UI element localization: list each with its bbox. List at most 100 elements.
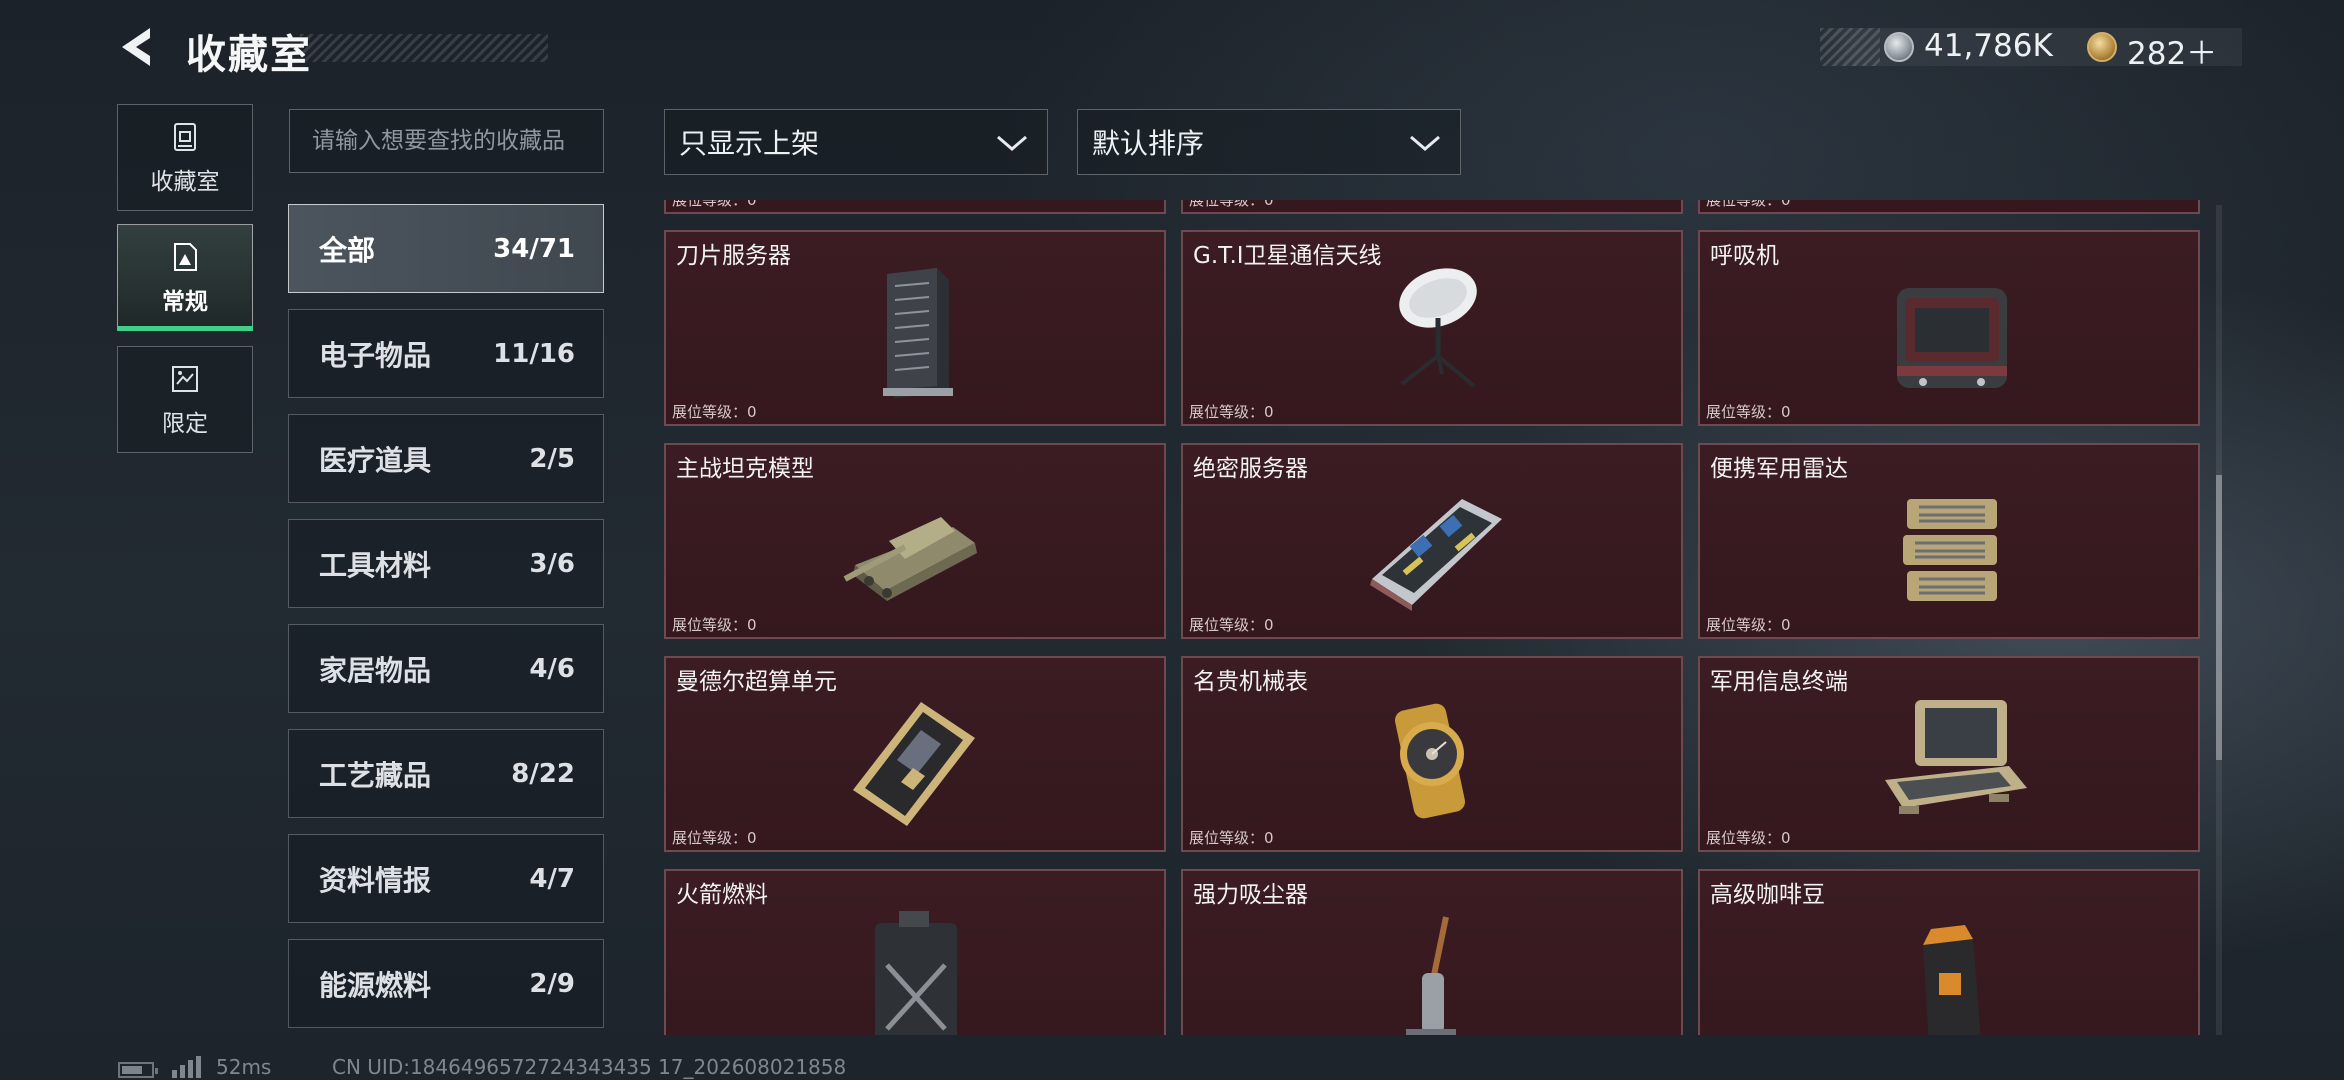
category-household[interactable]: 家居物品 4/6 (288, 624, 604, 713)
item-name: 火箭燃料 (676, 882, 768, 908)
item-card[interactable]: G.T.I卫星通信天线 展位等级：0 (1181, 230, 1683, 426)
display-level: 展位等级：0 (1706, 616, 1791, 634)
category-all[interactable]: 全部 34/71 (288, 204, 604, 293)
category-fuel[interactable]: 能源燃料 2/9 (288, 939, 604, 1028)
item-card[interactable]: 呼吸机 展位等级：0 (1698, 230, 2200, 426)
category-count: 4/7 (529, 863, 575, 894)
item-card-partial[interactable]: 展位等级：0 (664, 200, 1166, 214)
mode-tab-label: 限定 (162, 410, 208, 437)
mode-tab-collection-room[interactable]: 收藏室 (117, 104, 253, 211)
display-level: 展位等级：0 (1189, 616, 1274, 634)
grid-scrollbar-thumb[interactable] (2216, 475, 2222, 760)
silver-currency-value: 41,786K (1924, 28, 2053, 64)
supercomputer-unit-icon (853, 702, 975, 826)
item-name: 便携军用雷达 (1710, 456, 1848, 482)
category-intel[interactable]: 资料情报 4/7 (288, 834, 604, 923)
display-level: 展位等级：0 (1189, 200, 1274, 209)
sort-dropdown[interactable]: 默认排序 (1077, 109, 1461, 175)
category-count: 8/22 (511, 758, 575, 789)
uid-text: CN UID:1846496572724343435 17_2026080218… (332, 1055, 847, 1079)
tank-model-icon (843, 517, 977, 601)
mode-tab-limited[interactable]: 限定 (117, 346, 253, 453)
category-count: 34/71 (493, 233, 575, 264)
category-electronics[interactable]: 电子物品 11/16 (288, 309, 604, 398)
category-name: 医疗道具 (319, 443, 432, 477)
item-card-partial[interactable]: 展位等级：0 (1181, 200, 1683, 214)
item-name: 名贵机械表 (1193, 669, 1308, 695)
active-mode-indicator (117, 326, 253, 331)
category-count: 11/16 (493, 338, 575, 369)
display-filter-dropdown[interactable]: 只显示上架 (664, 109, 1048, 175)
display-level: 展位等级：0 (1706, 200, 1791, 209)
display-level: 展位等级：0 (1189, 829, 1274, 847)
display-level: 展位等级：0 (1189, 403, 1274, 421)
battery-icon (118, 1062, 158, 1078)
category-name: 电子物品 (319, 338, 432, 372)
collection-grid[interactable]: 展位等级：0 展位等级：0 展位等级：0 刀片服务器 展位等级：0 G.T.I卫… (663, 200, 2203, 1035)
item-card-partial[interactable]: 展位等级：0 (1698, 200, 2200, 214)
category-count: 3/6 (529, 548, 575, 579)
display-filter-value: 只显示上架 (679, 127, 820, 160)
display-level: 展位等级：0 (672, 403, 757, 421)
title-decoration (300, 34, 548, 62)
category-count: 2/9 (529, 968, 575, 999)
item-name: 绝密服务器 (1193, 456, 1308, 482)
category-tools[interactable]: 工具材料 3/6 (288, 519, 604, 608)
silver-coin-icon (1884, 32, 1914, 62)
item-name: 军用信息终端 (1710, 669, 1848, 695)
display-level: 展位等级：0 (672, 200, 757, 209)
secret-server-icon (1370, 499, 1502, 611)
blade-server-icon (883, 268, 953, 398)
category-name: 全部 (319, 233, 376, 267)
item-card[interactable]: 便携军用雷达 展位等级：0 (1698, 443, 2200, 639)
item-name: 曼德尔超算单元 (676, 669, 837, 695)
item-card[interactable]: 曼德尔超算单元 展位等级：0 (664, 656, 1166, 852)
military-terminal-icon (1885, 700, 2027, 814)
display-level: 展位等级：0 (672, 829, 757, 847)
signal-icon (172, 1056, 201, 1078)
chevron-down-icon (1410, 135, 1440, 151)
item-card[interactable]: 军用信息终端 展位等级：0 (1698, 656, 2200, 852)
item-name: 呼吸机 (1710, 243, 1779, 269)
item-card[interactable]: 绝密服务器 展位等级：0 (1181, 443, 1683, 639)
category-crafts[interactable]: 工艺藏品 8/22 (288, 729, 604, 818)
coffee-beans-icon (1923, 925, 1981, 1035)
category-name: 工艺藏品 (319, 758, 432, 792)
item-card[interactable]: 刀片服务器 展位等级：0 (664, 230, 1166, 426)
vacuum-cleaner-icon (1406, 916, 1456, 1035)
category-name: 家居物品 (319, 653, 432, 687)
item-card[interactable]: 高级咖啡豆 (1698, 869, 2200, 1035)
rocket-fuel-icon (875, 911, 957, 1035)
ventilator-icon (1897, 288, 2007, 388)
mechanical-watch-icon (1394, 703, 1466, 819)
collection-room-icon (174, 122, 196, 151)
item-card[interactable]: 名贵机械表 展位等级：0 (1181, 656, 1683, 852)
item-card[interactable]: 强力吸尘器 (1181, 869, 1683, 1035)
satellite-antenna-icon (1399, 268, 1477, 388)
collection-search-input[interactable] (289, 109, 604, 173)
category-name: 能源燃料 (319, 968, 432, 1002)
portable-radar-icon (1903, 499, 1997, 601)
item-name: 强力吸尘器 (1193, 882, 1308, 908)
category-medical[interactable]: 医疗道具 2/5 (288, 414, 604, 503)
sort-value: 默认排序 (1092, 127, 1205, 160)
category-count: 2/5 (529, 443, 575, 474)
chevron-down-icon (997, 135, 1027, 151)
back-arrow-icon[interactable] (112, 22, 162, 72)
category-name: 资料情报 (319, 863, 432, 897)
item-name: 刀片服务器 (676, 243, 791, 269)
item-name: 高级咖啡豆 (1710, 882, 1825, 908)
page-title: 收藏室 (186, 32, 312, 78)
display-level: 展位等级：0 (1706, 829, 1791, 847)
item-card[interactable]: 火箭燃料 (664, 869, 1166, 1035)
item-card[interactable]: 主战坦克模型 展位等级：0 (664, 443, 1166, 639)
mode-tab-regular[interactable]: 常规 (117, 224, 253, 331)
gold-currency-value[interactable]: 282＋ (2127, 28, 2217, 73)
item-name: 主战坦克模型 (676, 456, 814, 482)
category-count: 4/6 (529, 653, 575, 684)
gold-coin-icon (2087, 32, 2117, 62)
display-level: 展位等级：0 (672, 616, 757, 634)
limited-icon (172, 365, 198, 392)
regular-icon (174, 242, 197, 271)
category-name: 工具材料 (319, 548, 432, 582)
